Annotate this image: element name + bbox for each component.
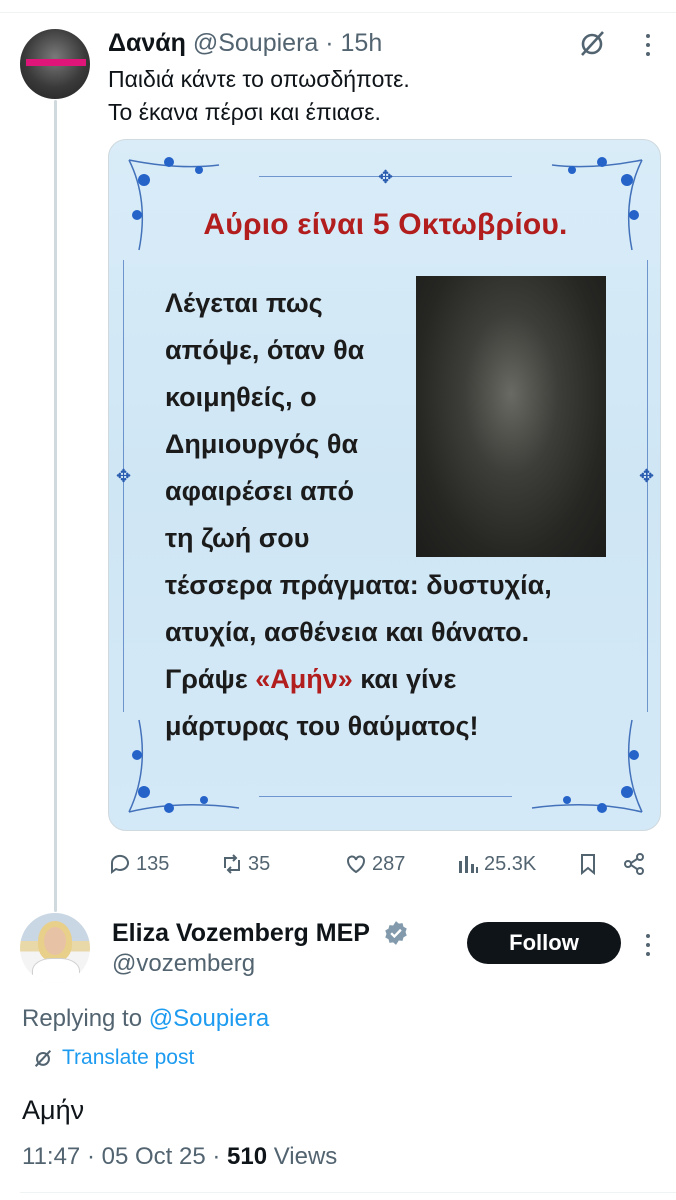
tweet-text: Παιδιά κάντε το οπωσδήποτε. Το έκανα πέρ… bbox=[108, 63, 410, 129]
image-text-line: ατυχία, ασθένεια και θάνατο. bbox=[165, 617, 530, 647]
image-text-line: Λέγεται πως bbox=[165, 288, 323, 318]
reply-date[interactable]: 05 Oct 25 bbox=[102, 1143, 206, 1170]
tweet-header: Δανάη @Soupiera · 15h bbox=[108, 28, 382, 58]
reply-count: 135 bbox=[136, 852, 170, 875]
bookmark-icon bbox=[581, 854, 595, 876]
reply-button[interactable]: 135 bbox=[108, 846, 169, 882]
like-button[interactable]: 287 bbox=[344, 846, 405, 882]
cross-ornament: ✥ bbox=[116, 466, 132, 486]
replying-to: Replying to @Soupiera bbox=[22, 1005, 270, 1032]
image-text-line: τέσσερα πράγματα: δυστυχία, bbox=[165, 570, 552, 600]
image-text: Λέγεται πως απόψε, όταν θα κοιμηθείς, ο … bbox=[165, 280, 645, 750]
bottom-divider bbox=[20, 1192, 676, 1193]
image-text-line: απόψε, όταν θα bbox=[165, 335, 365, 365]
translate-icon bbox=[34, 1049, 52, 1067]
views-button[interactable]: 25.3K bbox=[456, 846, 536, 882]
reply-time[interactable]: 11:47 bbox=[22, 1143, 80, 1170]
reply-author-name[interactable]: Eliza Vozemberg MEP bbox=[112, 919, 370, 948]
bookmark-button[interactable] bbox=[576, 846, 604, 882]
image-text-line: τη ζωή σου bbox=[165, 523, 310, 553]
more-icon[interactable] bbox=[638, 30, 658, 60]
image-text-line: Δημιουργός θα bbox=[165, 429, 359, 459]
like-icon bbox=[347, 855, 365, 874]
views-icon bbox=[459, 856, 478, 873]
share-button[interactable] bbox=[622, 846, 650, 882]
reply-text: Αμήν bbox=[22, 1095, 85, 1125]
image-title: Αύριο είναι 5 Οκτωβρίου. bbox=[203, 208, 568, 241]
tweet-image[interactable]: ✥ ✥ ✥ Αύριο είναι 5 Οκτωβρίου. Λέγεται π… bbox=[108, 139, 661, 831]
reply-views-count: 510 bbox=[227, 1143, 268, 1170]
reply-author-avatar[interactable] bbox=[20, 913, 90, 983]
tweet-time[interactable]: 15h bbox=[341, 29, 383, 57]
thread-connector bbox=[54, 100, 57, 912]
cross-ornament: ✥ bbox=[378, 167, 394, 187]
reply-meta: 11:47 · 05 Oct 25 · 510 Views bbox=[22, 1143, 338, 1170]
replying-to-handle[interactable]: @Soupiera bbox=[149, 1005, 269, 1032]
tweet-text-line: Παιδιά κάντε το οπωσδήποτε. bbox=[108, 66, 410, 92]
translate-post-link[interactable]: Translate post bbox=[32, 1043, 194, 1073]
verified-icon bbox=[385, 921, 407, 945]
tweet-text-line: Το έκανα πέρσι και έπιασε. bbox=[108, 99, 381, 125]
image-text-line: μάρτυρας του θαύματος! bbox=[165, 711, 479, 741]
repost-icon bbox=[224, 854, 240, 874]
author-avatar[interactable] bbox=[20, 29, 90, 99]
image-text-line: Γράψε «Αμήν» και γίνε bbox=[165, 664, 457, 694]
more-icon[interactable] bbox=[638, 930, 658, 960]
image-text-line: αφαιρέσει από bbox=[165, 476, 354, 506]
author-name[interactable]: Δανάη bbox=[108, 29, 186, 57]
reply-icon bbox=[110, 854, 129, 874]
tweet-actions: 135 35 287 25.3K bbox=[108, 846, 656, 882]
amen-highlight: «Αμήν» bbox=[255, 664, 353, 694]
reply-views-label: Views bbox=[273, 1143, 338, 1170]
top-divider bbox=[0, 0, 676, 13]
share-icon bbox=[624, 853, 644, 875]
follow-button[interactable]: Follow bbox=[467, 922, 621, 964]
reply-author-handle[interactable]: @vozemberg bbox=[112, 950, 255, 978]
separator: · bbox=[318, 29, 341, 57]
views-count: 25.3K bbox=[484, 852, 537, 875]
author-handle[interactable]: @Soupiera bbox=[193, 29, 318, 57]
like-count: 287 bbox=[372, 852, 406, 875]
grok-icon[interactable] bbox=[576, 27, 608, 59]
repost-button[interactable]: 35 bbox=[220, 846, 270, 882]
repost-count: 35 bbox=[248, 852, 271, 875]
image-text-line: κοιμηθείς, ο bbox=[165, 382, 317, 412]
